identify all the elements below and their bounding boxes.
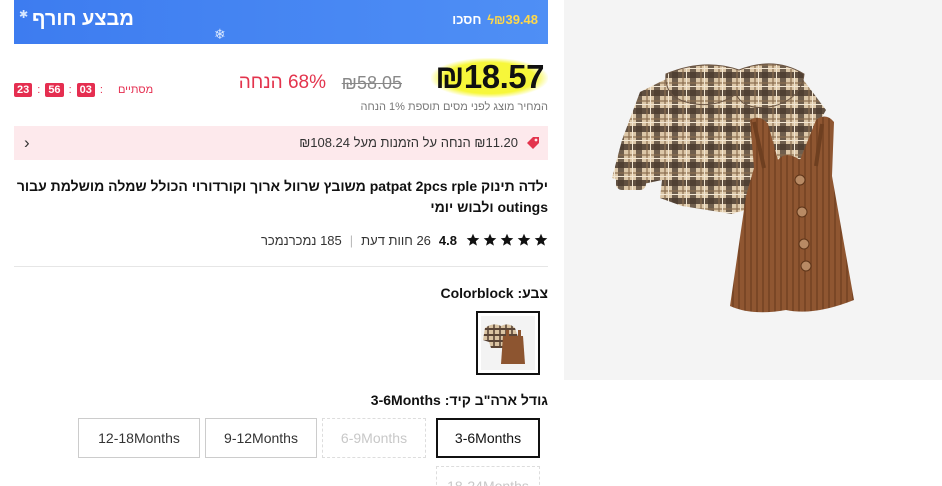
- product-page: ✱ ❄ מבצע חורף ϟ₪39.48 חסכו ₪18.57 ₪58.05…: [0, 0, 942, 486]
- banner-savings: ϟ₪39.48 חסכו: [452, 12, 538, 27]
- coupon-banner[interactable]: ₪11.20 הנחה על הזמנות מעל ₪108.24 ‹: [14, 126, 548, 160]
- size-option-3-6-months[interactable]: 3-6Months: [436, 418, 540, 458]
- star-icon: [500, 233, 514, 246]
- rating-row[interactable]: 4.8 26 חוות דעת | 185 נמכרנמכר: [261, 230, 548, 250]
- tax-note: המחיר מוצג לפני מסים תוספת 1% הנחה: [360, 101, 548, 113]
- star-icon: [483, 233, 497, 246]
- snowflake-icon: ✱: [19, 9, 29, 21]
- savings-amount: ₪39.48: [493, 12, 538, 27]
- rating-divider: |: [349, 232, 354, 248]
- product-image[interactable]: [564, 0, 942, 380]
- star-icon: [466, 233, 480, 246]
- timer-minutes: 56: [45, 83, 64, 97]
- chevron-left-icon[interactable]: ‹: [24, 133, 30, 153]
- color-label: צבע: Colorblock: [440, 285, 548, 301]
- timer-label: מסתיים: [117, 84, 154, 96]
- rating-score: 4.8: [438, 232, 457, 248]
- product-title: ילדה תינוק patpat 2pcs rple משובץ שרוול …: [16, 178, 548, 215]
- size-value: 3-6Months: [370, 392, 441, 408]
- size-option-12-18-months[interactable]: 12-18Months: [78, 418, 200, 458]
- winter-sale-banner[interactable]: ✱ ❄ מבצע חורף ϟ₪39.48 חסכו: [14, 0, 548, 44]
- section-divider: [14, 266, 548, 267]
- savings-prefix: חסכו: [452, 12, 482, 27]
- current-price: ₪18.57: [431, 58, 548, 98]
- banner-title: מבצע חורף: [32, 8, 134, 30]
- timer-separator: :: [68, 84, 72, 96]
- color-swatch-colorblock[interactable]: [476, 311, 540, 375]
- timer-hours: 03: [76, 83, 95, 97]
- size-option-9-12-months[interactable]: 9-12Months: [205, 418, 317, 458]
- size-label: גודל ארה"ב קיד: 3-6Months: [371, 392, 548, 408]
- timer-separator: :: [37, 84, 41, 96]
- original-price: ₪58.05: [341, 73, 402, 93]
- star-icon: [517, 233, 531, 246]
- star-icon: [534, 233, 548, 246]
- product-info-panel: ✱ ❄ מבצע חורף ϟ₪39.48 חסכו ₪18.57 ₪58.05…: [14, 0, 548, 486]
- review-count[interactable]: 26 חוות דעת: [361, 233, 431, 248]
- coupon-tag-icon: [527, 137, 539, 149]
- sold-count: 185 נמכרנמכר: [260, 232, 342, 248]
- color-value: Colorblock: [440, 285, 514, 301]
- size-label-text: גודל ארה"ב קיד:: [444, 392, 548, 408]
- size-option-6-9-months[interactable]: 6-9Months: [322, 418, 426, 458]
- coupon-text: ₪11.20 הנחה על הזמנות מעל ₪108.24: [299, 135, 518, 150]
- snowflake-icon: ❄: [214, 26, 226, 42]
- product-photo: [564, 0, 942, 380]
- color-label-text: צבע:: [517, 285, 548, 301]
- lightning-icon: ϟ: [487, 12, 494, 27]
- timer-seconds: 23: [14, 83, 33, 97]
- discount-label: 68% הנחה: [238, 72, 326, 93]
- countdown-timer: 23 : 56 : 03 : מסתיים: [14, 81, 153, 99]
- rating-stars: [463, 233, 548, 247]
- timer-separator: :: [99, 84, 103, 96]
- swatch-thumbnail: [481, 316, 535, 370]
- size-option-18-24-months[interactable]: 18-24Months: [436, 466, 540, 486]
